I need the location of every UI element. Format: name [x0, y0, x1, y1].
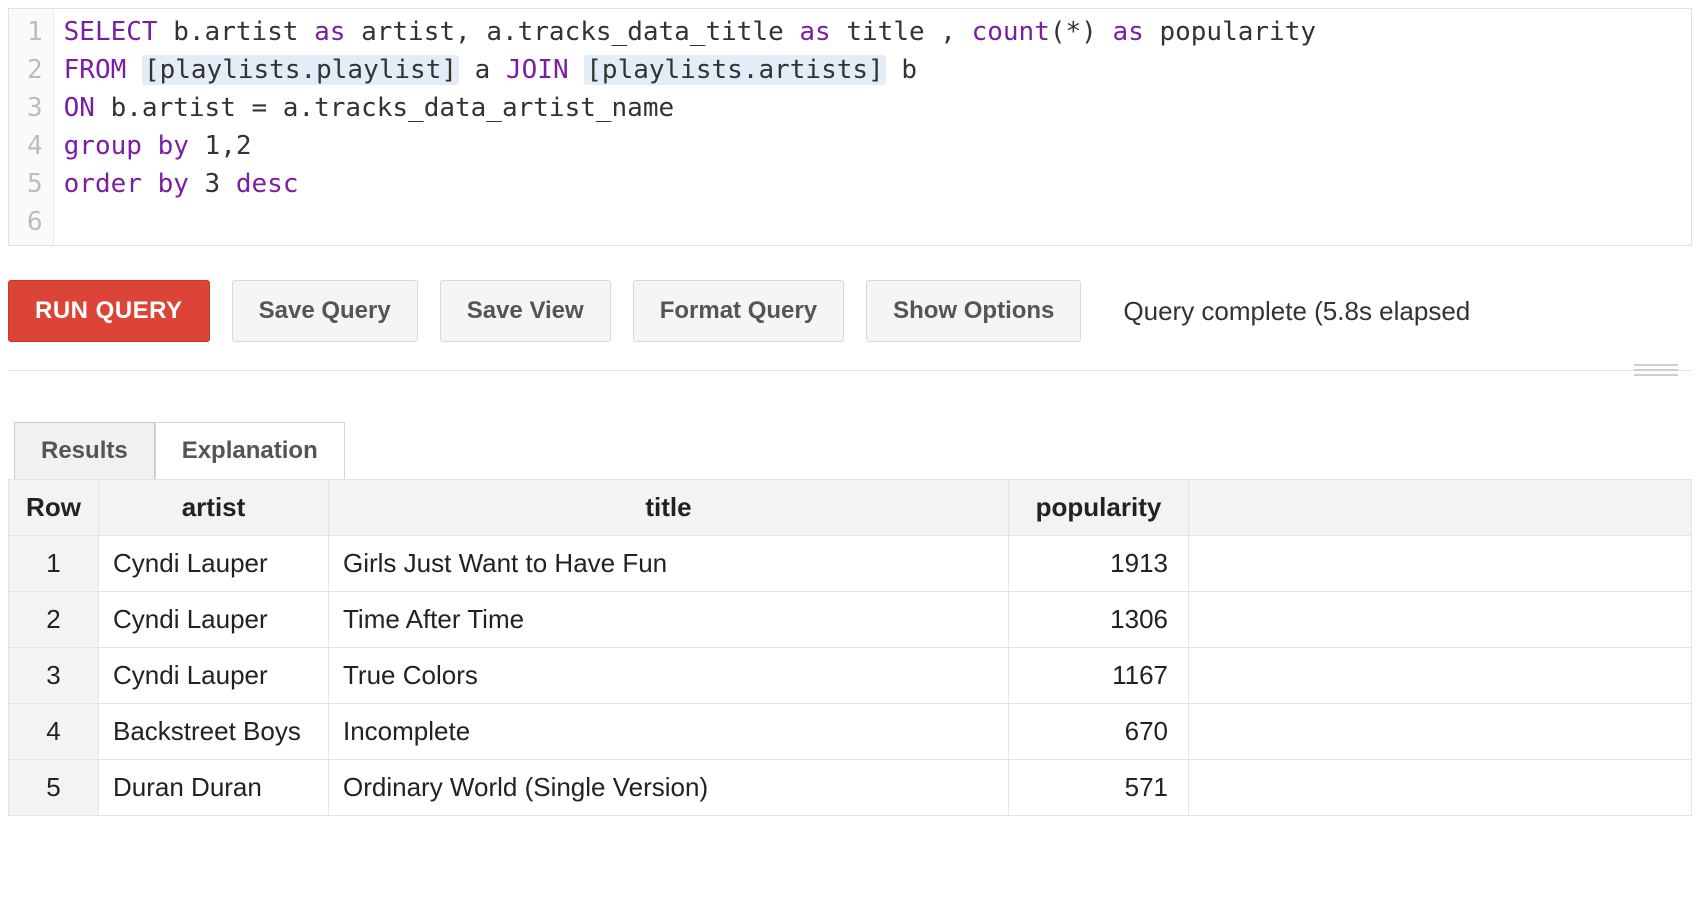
cell-popularity: 1913	[1009, 536, 1189, 592]
cell-artist: Duran Duran	[99, 760, 329, 816]
cell-title: Time After Time	[329, 592, 1009, 648]
show-options-button[interactable]: Show Options	[866, 280, 1081, 342]
cell-rownum: 5	[9, 760, 99, 816]
cell-popularity: 670	[1009, 704, 1189, 760]
cell-popularity: 571	[1009, 760, 1189, 816]
col-header-row: Row	[9, 480, 99, 536]
code-line[interactable]: group by 1,2	[64, 127, 1316, 165]
code-line[interactable]: order by 3 desc	[64, 165, 1316, 203]
cell-empty	[1189, 704, 1692, 760]
line-number-gutter: 123456	[9, 9, 54, 245]
cell-empty	[1189, 536, 1692, 592]
line-number: 4	[27, 127, 43, 165]
table-row: 5Duran DuranOrdinary World (Single Versi…	[9, 760, 1692, 816]
resize-divider[interactable]	[8, 370, 1692, 382]
line-number: 3	[27, 89, 43, 127]
line-number: 5	[27, 165, 43, 203]
col-header-empty	[1189, 480, 1692, 536]
cell-rownum: 4	[9, 704, 99, 760]
cell-artist: Cyndi Lauper	[99, 648, 329, 704]
table-row: 1Cyndi LauperGirls Just Want to Have Fun…	[9, 536, 1692, 592]
results-tabs: Results Explanation	[14, 422, 1690, 479]
table-row: 4Backstreet BoysIncomplete670	[9, 704, 1692, 760]
cell-empty	[1189, 592, 1692, 648]
tab-results[interactable]: Results	[14, 422, 155, 479]
table-row: 2Cyndi LauperTime After Time1306	[9, 592, 1692, 648]
cell-rownum: 1	[9, 536, 99, 592]
line-number: 2	[27, 51, 43, 89]
drag-handle-icon[interactable]	[1634, 364, 1678, 376]
sql-code-area[interactable]: SELECT b.artist as artist, a.tracks_data…	[54, 9, 1326, 245]
code-line[interactable]: SELECT b.artist as artist, a.tracks_data…	[64, 13, 1316, 51]
cell-popularity: 1306	[1009, 592, 1189, 648]
cell-popularity: 1167	[1009, 648, 1189, 704]
table-row: 3Cyndi LauperTrue Colors1167	[9, 648, 1692, 704]
cell-empty	[1189, 760, 1692, 816]
col-header-title: title	[329, 480, 1009, 536]
save-query-button[interactable]: Save Query	[232, 280, 418, 342]
query-status-text: Query complete (5.8s elapsed	[1123, 296, 1470, 327]
sql-editor[interactable]: 123456 SELECT b.artist as artist, a.trac…	[8, 8, 1692, 246]
run-query-button[interactable]: RUN QUERY	[8, 280, 210, 342]
table-header-row: Row artist title popularity	[9, 480, 1692, 536]
cell-rownum: 3	[9, 648, 99, 704]
tab-explanation[interactable]: Explanation	[155, 422, 345, 479]
save-view-button[interactable]: Save View	[440, 280, 611, 342]
line-number: 1	[27, 13, 43, 51]
cell-title: True Colors	[329, 648, 1009, 704]
line-number: 6	[27, 203, 43, 241]
cell-title: Incomplete	[329, 704, 1009, 760]
cell-empty	[1189, 648, 1692, 704]
cell-artist: Cyndi Lauper	[99, 536, 329, 592]
code-line[interactable]: ON b.artist = a.tracks_data_artist_name	[64, 89, 1316, 127]
col-header-artist: artist	[99, 480, 329, 536]
cell-artist: Cyndi Lauper	[99, 592, 329, 648]
query-toolbar: RUN QUERY Save Query Save View Format Qu…	[0, 246, 1700, 370]
cell-title: Ordinary World (Single Version)	[329, 760, 1009, 816]
cell-title: Girls Just Want to Have Fun	[329, 536, 1009, 592]
col-header-popularity: popularity	[1009, 480, 1189, 536]
cell-rownum: 2	[9, 592, 99, 648]
format-query-button[interactable]: Format Query	[633, 280, 844, 342]
code-line[interactable]	[64, 203, 1316, 241]
cell-artist: Backstreet Boys	[99, 704, 329, 760]
code-line[interactable]: FROM [playlists.playlist] a JOIN [playli…	[64, 51, 1316, 89]
results-table: Row artist title popularity 1Cyndi Laupe…	[8, 479, 1692, 816]
